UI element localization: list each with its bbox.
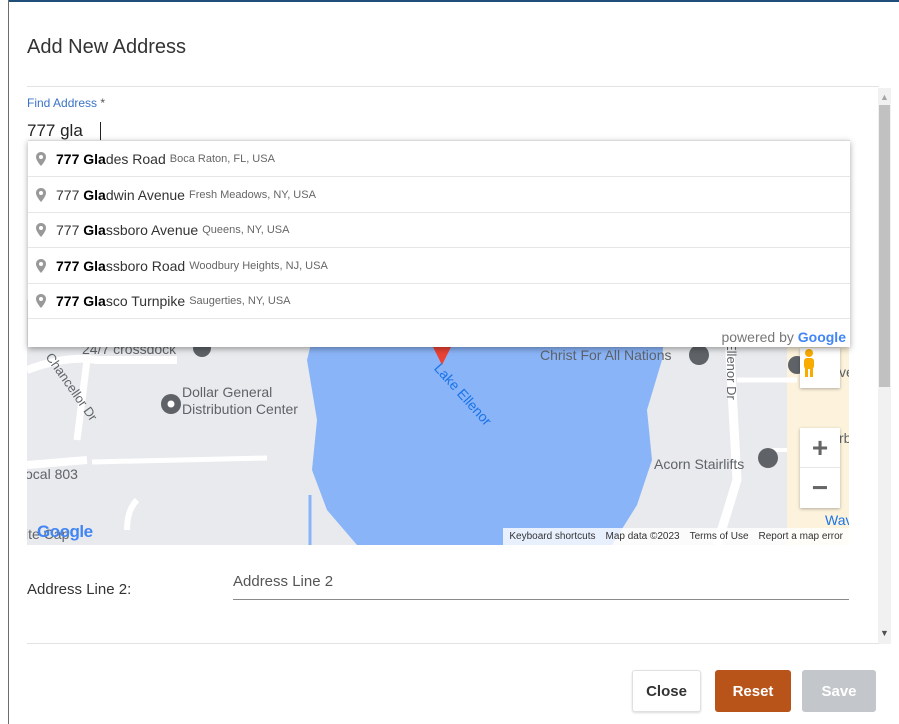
close-button[interactable]: Close <box>632 670 701 712</box>
location-pin-icon <box>36 151 50 166</box>
google-map-logo[interactable]: Google <box>37 522 93 542</box>
title-divider <box>27 86 879 87</box>
keyboard-shortcuts-link[interactable]: Keyboard shortcuts <box>509 531 595 542</box>
suggestion-prefix: 777 <box>56 221 84 238</box>
window-left-edge <box>0 0 9 724</box>
zoom-controls: + − <box>800 428 840 508</box>
suggestion-secondary: Boca Raton, FL, USA <box>169 152 275 165</box>
map-label-dollar-general: Dollar General <box>182 384 273 400</box>
powered-by-google: powered by Google <box>721 329 846 345</box>
suggestion-item[interactable]: 777 Gla ssboro Road Woodbury Heights, NJ, … <box>28 248 850 284</box>
location-pin-icon <box>36 222 50 237</box>
footer-divider <box>27 643 879 644</box>
location-pin-icon <box>36 293 50 308</box>
map-label-rb: rb <box>839 430 849 446</box>
report-map-error-link[interactable]: Report a map error <box>759 531 843 542</box>
suggestion-secondary: Saugerties, NY, USA <box>189 294 291 307</box>
suggestion-match: 777 Gla <box>56 292 106 309</box>
suggestion-item[interactable]: 777 Gla dwin Avenue Fresh Meadows, NY, USA <box>28 177 850 213</box>
suggestion-secondary: Queens, NY, USA <box>202 223 290 236</box>
address-line-2-input[interactable] <box>233 569 849 600</box>
suggestion-secondary: Fresh Meadows, NY, USA <box>188 188 316 201</box>
address-suggestions-dropdown: 777 Gla des Road Boca Raton, FL, USA 777 G… <box>28 140 850 347</box>
google-wordmark: Google <box>797 329 846 345</box>
location-pin-icon <box>36 187 50 202</box>
dialog-title: Add New Address <box>27 36 186 58</box>
terms-of-use-link[interactable]: Terms of Use <box>690 531 749 542</box>
google-logo-text: Google <box>37 522 93 541</box>
scrollbar-thumb[interactable] <box>879 105 890 387</box>
suggestion-main: ssboro Road <box>105 257 186 274</box>
suggestion-match: Gla <box>83 221 106 238</box>
map-label-christ-for-all-nations: Christ For All Nations <box>540 347 672 363</box>
find-address-label: Find Address * <box>27 96 105 110</box>
suggestion-item[interactable]: 777 Gla des Road Boca Raton, FL, USA <box>28 141 850 177</box>
map-label-ave: ve <box>839 364 849 380</box>
suggestion-secondary: Woodbury Heights, NJ, USA <box>189 259 328 272</box>
map-label-ellenor-dr: Ellenor Dr <box>724 342 739 400</box>
zoom-in-button[interactable]: + <box>800 428 840 468</box>
suggestion-match: Gla <box>83 186 106 203</box>
required-marker: * <box>100 96 106 110</box>
suggestion-match: 777 Gla <box>56 257 106 274</box>
map-data-text: Map data ©2023 <box>605 531 680 542</box>
suggestion-main: dwin Avenue <box>105 186 185 203</box>
suggestion-item[interactable]: 777 Gla ssboro Avenue Queens, NY, USA <box>28 212 850 248</box>
window-top-edge <box>0 0 899 7</box>
map-label-wav: Wav <box>825 512 849 528</box>
scroll-down-arrow-icon[interactable]: ▼ <box>878 626 891 640</box>
zoom-out-button[interactable]: − <box>800 468 840 508</box>
suggestion-prefix: 777 <box>56 186 84 203</box>
address-line-2-label: Address Line 2: <box>27 581 132 598</box>
pegman-icon[interactable] <box>800 348 840 388</box>
map-label-distribution-center: Distribution Center <box>182 401 298 417</box>
reset-button[interactable]: Reset <box>715 670 791 712</box>
map-label-local: ocal 803 <box>27 466 78 482</box>
suggestion-match: 777 Gla <box>56 150 106 167</box>
suggestion-main: ssboro Avenue <box>105 221 199 238</box>
scroll-up-arrow-icon[interactable]: ▲ <box>878 90 891 104</box>
map-label-acorn-stairlifts: Acorn Stairlifts <box>654 456 745 472</box>
location-pin-icon <box>36 258 50 273</box>
suggestion-item[interactable]: 777 Gla sco Turnpike Saugerties, NY, USA <box>28 283 850 319</box>
text-caret <box>100 122 101 141</box>
suggestion-main: des Road <box>105 150 166 167</box>
find-address-label-text: Find Address <box>27 96 98 110</box>
save-button[interactable]: Save <box>802 670 876 712</box>
suggestion-main: sco Turnpike <box>105 292 186 309</box>
powered-by-text: powered by <box>721 329 794 345</box>
map-footer: Keyboard shortcuts Map data ©2023 Terms … <box>503 528 849 545</box>
